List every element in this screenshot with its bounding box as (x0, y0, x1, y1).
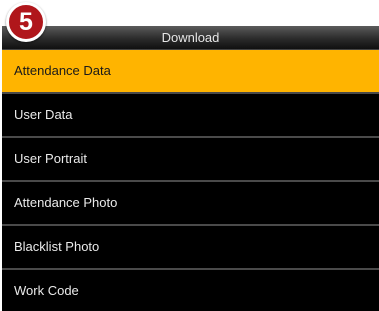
step-number-badge: 5 (6, 2, 46, 42)
menu-item-attendance-photo[interactable]: Attendance Photo (2, 182, 379, 226)
menu-item-work-code[interactable]: Work Code (2, 270, 379, 311)
menu-item-blacklist-photo[interactable]: Blacklist Photo (2, 226, 379, 270)
device-screen: Download Attendance Data User Data User … (2, 26, 379, 311)
download-menu: Attendance Data User Data User Portrait … (2, 50, 379, 311)
menu-item-user-portrait[interactable]: User Portrait (2, 138, 379, 182)
screen-title: Download (161, 30, 220, 45)
title-bar: Download (2, 26, 379, 50)
menu-item-user-data[interactable]: User Data (2, 94, 379, 138)
menu-item-attendance-data[interactable]: Attendance Data (2, 50, 379, 94)
